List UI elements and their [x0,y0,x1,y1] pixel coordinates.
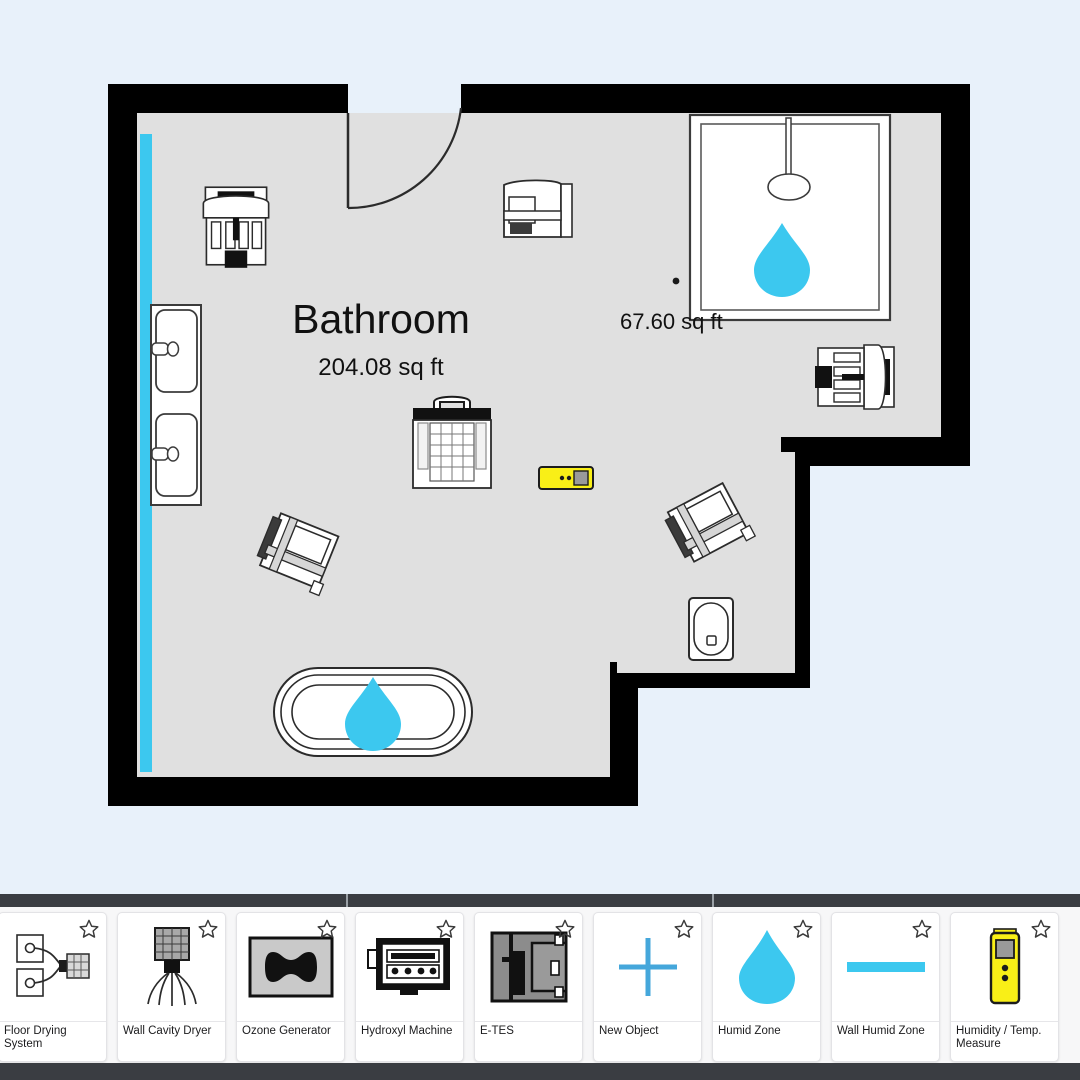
favorite-star-icon[interactable] [1030,918,1052,940]
palette-card-label: E-TES [475,1022,582,1061]
palette-card-label-text: Humid Zone [718,1025,781,1037]
palette-card-humidity-temp-measure[interactable]: Humidity / Temp. Measure [950,912,1059,1062]
favorite-star-icon[interactable] [197,918,219,940]
palette-card-label-text: Hydroxyl Machine [361,1025,453,1037]
favorite-star-icon[interactable] [673,918,695,940]
shower-head-pan [767,173,811,201]
point-marker[interactable] [672,277,680,285]
favorite-star-icon[interactable] [792,918,814,940]
placed-e-tes-2[interactable] [815,344,895,410]
floor-plan-app: Bathroom 204.08 sq ft 67.60 sq ft Floor … [0,0,1080,1080]
palette-card-label: Wall Humid Zone [832,1022,939,1061]
toolbar-separator-1 [346,894,348,907]
room-area: 204.08 sq ft [318,354,444,381]
sink-upper[interactable] [151,309,198,393]
palette-card-label: Humid Zone [713,1022,820,1061]
floor-plan-svg[interactable]: Bathroom 204.08 sq ft 67.60 sq ft [0,0,1080,894]
palette-card-label: Humidity / Temp. Measure [951,1022,1058,1061]
placed-e-tes-1[interactable] [202,186,270,268]
object-palette-toolbar[interactable]: Floor Drying System Wall Cavity Dryer Oz… [0,894,1080,1080]
palette-card-label: New Object [594,1022,701,1061]
toolbar-separator-2 [712,894,714,907]
palette-card-new-object[interactable]: New Object [593,912,702,1062]
palette-card-ozone-generator[interactable]: Ozone Generator [236,912,345,1062]
palette-card-label-text: New Object [599,1025,659,1037]
placed-humidity-temp-meter[interactable] [538,466,594,490]
placed-dehumidifier[interactable] [412,395,492,489]
palette-card-label: Ozone Generator [237,1022,344,1061]
palette-card-label-text: Floor Drying System [4,1025,67,1050]
palette-card-label-text: Wall Humid Zone [837,1025,925,1037]
palette-card-floor-drying-system[interactable]: Floor Drying System [0,912,107,1062]
palette-card-label: Wall Cavity Dryer [118,1022,225,1061]
palette-card-label-text: Ozone Generator [242,1025,331,1037]
palette-card-hydroxyl-machine[interactable]: Hydroxyl Machine [355,912,464,1062]
favorite-star-icon[interactable] [435,918,457,940]
floor-plan-canvas[interactable]: Bathroom 204.08 sq ft 67.60 sq ft [0,0,1080,894]
favorite-star-icon[interactable] [911,918,933,940]
secondary-area: 67.60 sq ft [620,309,723,334]
room-title: Bathroom [292,296,470,342]
palette-card-label: Hydroxyl Machine [356,1022,463,1061]
palette-scroll-row[interactable]: Floor Drying System Wall Cavity Dryer Oz… [0,907,1080,1063]
toilet[interactable] [688,597,734,661]
palette-card-humid-zone[interactable]: Humid Zone [712,912,821,1062]
favorite-star-icon[interactable] [316,918,338,940]
placed-air-mover-1[interactable] [503,179,573,238]
palette-card-label-text: E-TES [480,1025,514,1037]
favorite-star-icon[interactable] [554,918,576,940]
palette-card-label-text: Humidity / Temp. Measure [956,1025,1042,1050]
palette-card-wall-cavity-dryer[interactable]: Wall Cavity Dryer [117,912,226,1062]
toolbar-bottom-strip [0,1063,1080,1080]
palette-card-wall-humid-zone[interactable]: Wall Humid Zone [831,912,940,1062]
palette-card-e-tes[interactable]: E-TES [474,912,583,1062]
palette-card-label: Floor Drying System [0,1022,106,1061]
toolbar-top-strip [0,894,1080,907]
favorite-star-icon[interactable] [78,918,100,940]
vanity[interactable] [150,304,202,506]
sink-lower[interactable] [151,413,198,497]
palette-card-label-text: Wall Cavity Dryer [123,1025,212,1037]
